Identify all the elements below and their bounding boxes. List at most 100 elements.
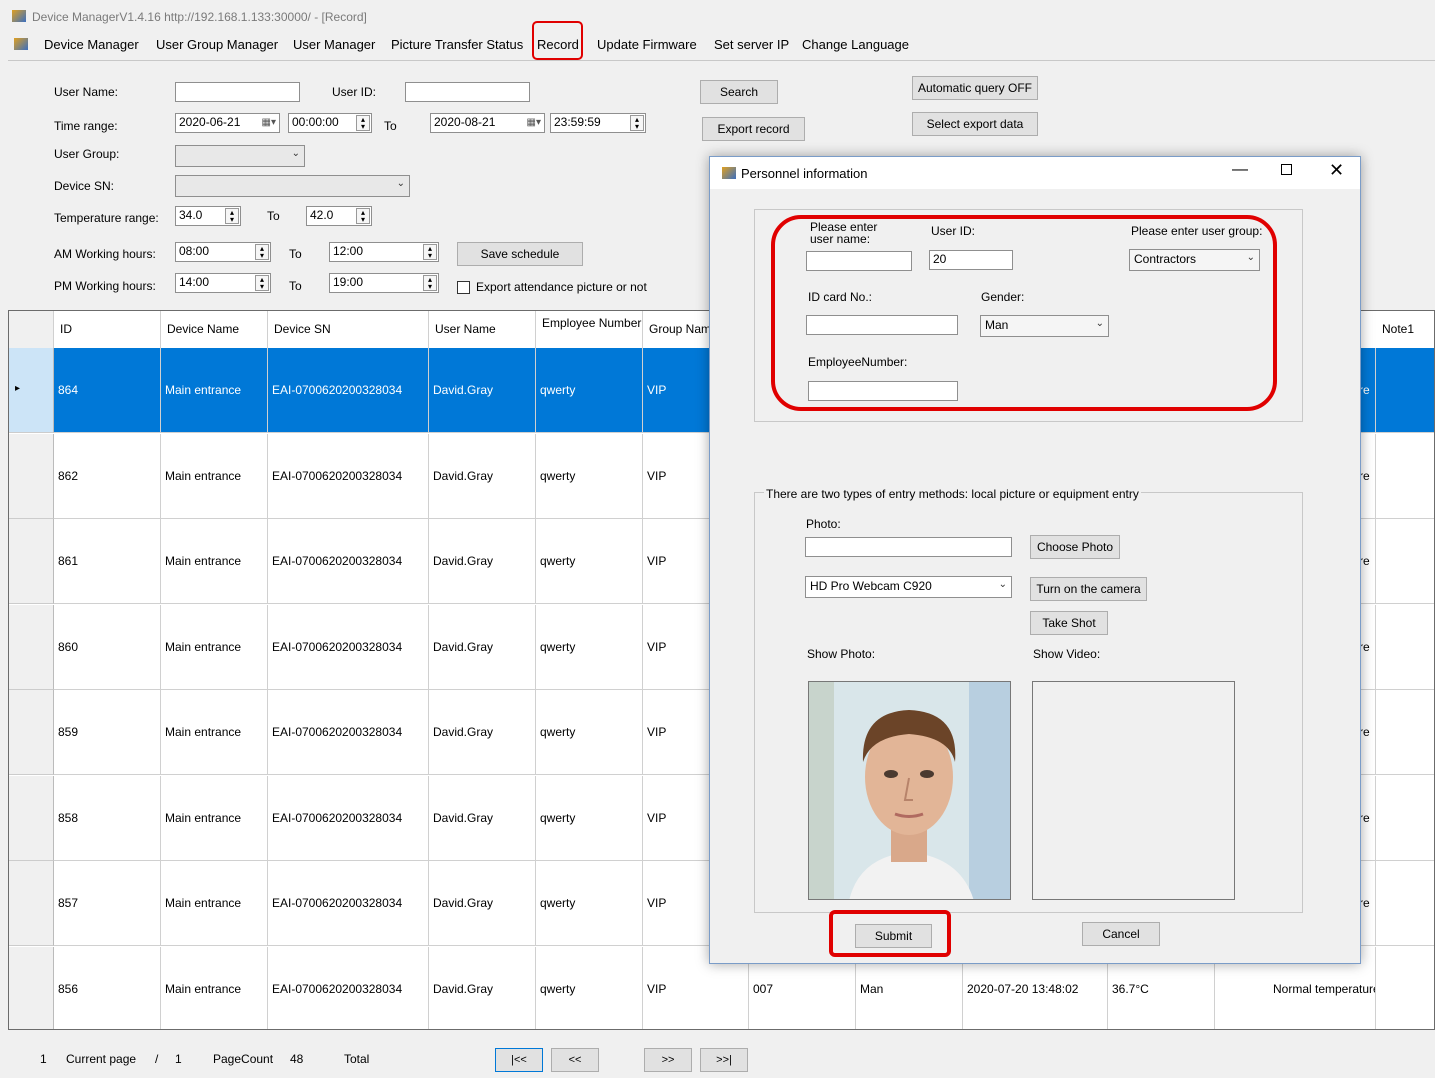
- cell-employee-number: qwerty: [536, 861, 643, 946]
- chevron-down-icon: ⌄: [291, 148, 300, 159]
- save-schedule-button[interactable]: Save schedule: [457, 242, 583, 266]
- pm-to-label: To: [289, 279, 302, 293]
- close-icon[interactable]: ✕: [1329, 160, 1344, 181]
- row-header[interactable]: ▸: [9, 348, 54, 433]
- current-row-indicator-icon: ▸: [15, 383, 21, 394]
- photo-label: Photo:: [806, 517, 841, 531]
- col-header-user-name[interactable]: User Name: [429, 311, 536, 348]
- menu-bar: Device Manager User Group Manager User M…: [0, 32, 1435, 56]
- photo-path-input[interactable]: [805, 537, 1012, 557]
- row-header[interactable]: [9, 946, 54, 1029]
- menu-user-manager[interactable]: User Manager: [293, 37, 375, 52]
- spin-icon[interactable]: ▴ ▾: [255, 244, 269, 260]
- end-date-picker[interactable]: 2020-08-21 ▦▾: [430, 113, 545, 133]
- col-header-note1[interactable]: Note1: [1376, 311, 1434, 348]
- cell-device-name: Main entrance: [161, 348, 268, 433]
- time-to-label: To: [384, 119, 397, 133]
- device-sn-select[interactable]: ⌄: [175, 175, 410, 197]
- spin-icon[interactable]: ▴ ▾: [630, 115, 644, 131]
- row-header[interactable]: [9, 861, 54, 946]
- prev-page-button[interactable]: <<: [551, 1048, 599, 1072]
- row-header[interactable]: [9, 604, 54, 690]
- page-separator: /: [155, 1052, 159, 1066]
- show-photo-label: Show Photo:: [807, 647, 876, 661]
- menu-picture-transfer-status[interactable]: Picture Transfer Status: [391, 37, 523, 52]
- menu-user-group-manager[interactable]: User Group Manager: [156, 37, 278, 52]
- last-page-button[interactable]: >>|: [700, 1048, 748, 1072]
- pm-to-input[interactable]: 19:00 ▴ ▾: [329, 273, 439, 293]
- cell-device-name: Main entrance: [161, 519, 268, 604]
- col-header-device-sn[interactable]: Device SN: [268, 311, 429, 348]
- spin-icon[interactable]: ▴ ▾: [423, 275, 437, 291]
- choose-photo-button[interactable]: Choose Photo: [1030, 535, 1120, 559]
- temp-to-input[interactable]: 42.0 ▴ ▾: [306, 206, 372, 226]
- am-to-label: To: [289, 247, 302, 261]
- page-count-number: 1: [175, 1052, 182, 1066]
- temp-from-value: 34.0: [179, 208, 203, 222]
- menu-change-language[interactable]: Change Language: [802, 37, 909, 52]
- app-title-bar: Device ManagerV1.4.16 http://192.168.1.1…: [0, 8, 1435, 30]
- spin-icon[interactable]: ▴ ▾: [356, 208, 370, 224]
- am-hours-label: AM Working hours:: [54, 247, 156, 261]
- minimize-icon[interactable]: —: [1232, 161, 1248, 179]
- cell-employee-number: qwerty: [536, 946, 643, 1029]
- camera-value: HD Pro Webcam C920: [810, 579, 932, 593]
- user-group-select[interactable]: ⌄: [175, 145, 305, 167]
- col-header-employee-number[interactable]: Employee Number: [536, 311, 643, 348]
- cell-id: 859: [54, 690, 161, 775]
- spin-icon[interactable]: ▴ ▾: [255, 275, 269, 291]
- row-header[interactable]: [9, 775, 54, 861]
- cell-device-sn: EAI-0700620200328034: [268, 861, 429, 946]
- maximize-icon[interactable]: [1281, 164, 1292, 175]
- row-header[interactable]: [9, 433, 54, 519]
- temp-to-label: To: [267, 209, 280, 223]
- col-header-id[interactable]: ID: [54, 311, 161, 348]
- temp-from-input[interactable]: 34.0 ▴ ▾: [175, 206, 241, 226]
- am-to-input[interactable]: 12:00 ▴ ▾: [329, 242, 439, 262]
- cell-employee-number: qwerty: [536, 604, 643, 690]
- cell-device-sn: EAI-0700620200328034: [268, 519, 429, 604]
- cell-device-name: Main entrance: [161, 861, 268, 946]
- menu-update-firmware[interactable]: Update Firmware: [597, 37, 697, 52]
- cell-user-name: David.Gray: [429, 519, 536, 604]
- calendar-icon[interactable]: ▦▾: [527, 117, 541, 128]
- spin-icon[interactable]: ▴ ▾: [225, 208, 239, 224]
- calendar-icon[interactable]: ▦▾: [262, 117, 276, 128]
- export-record-button[interactable]: Export record: [702, 117, 805, 141]
- select-export-data-button[interactable]: Select export data: [912, 112, 1038, 136]
- export-picture-checkbox[interactable]: [457, 281, 470, 294]
- menu-device-manager[interactable]: Device Manager: [44, 37, 139, 52]
- search-button[interactable]: Search: [700, 80, 778, 104]
- menu-set-server-ip[interactable]: Set server IP: [714, 37, 789, 52]
- grid-corner: [9, 311, 54, 348]
- pagination-bar: 1 Current page / 1 PageCount 48 Total |<…: [8, 1040, 1435, 1078]
- user-id-input[interactable]: [405, 82, 530, 102]
- row-header[interactable]: [9, 690, 54, 775]
- turn-on-camera-button[interactable]: Turn on the camera: [1030, 577, 1147, 601]
- next-page-button[interactable]: >>: [644, 1048, 692, 1072]
- export-picture-label: Export attendance picture or not: [476, 280, 647, 294]
- cell-user-name: David.Gray: [429, 690, 536, 775]
- spin-icon[interactable]: ▴ ▾: [356, 115, 370, 131]
- record-highlight-box: [532, 21, 583, 60]
- cell-user-name: David.Gray: [429, 775, 536, 861]
- col-header-device-name[interactable]: Device Name: [161, 311, 268, 348]
- start-date-picker[interactable]: 2020-06-21 ▦▾: [175, 113, 280, 133]
- start-time-input[interactable]: 00:00:00 ▴ ▾: [288, 113, 372, 133]
- personal-details-highlight: [771, 215, 1277, 411]
- automatic-query-button[interactable]: Automatic query OFF: [912, 76, 1038, 100]
- spin-icon[interactable]: ▴ ▾: [423, 244, 437, 260]
- first-page-button[interactable]: |<<: [495, 1048, 543, 1072]
- cell-id: 858: [54, 775, 161, 861]
- user-name-input[interactable]: [175, 82, 300, 102]
- cancel-button[interactable]: Cancel: [1082, 922, 1160, 946]
- cell-user-name: David.Gray: [429, 861, 536, 946]
- row-header[interactable]: [9, 519, 54, 604]
- camera-select[interactable]: HD Pro Webcam C920 ⌄: [805, 576, 1012, 598]
- am-from-input[interactable]: 08:00 ▴ ▾: [175, 242, 271, 262]
- pm-from-input[interactable]: 14:00 ▴ ▾: [175, 273, 271, 293]
- take-shot-button[interactable]: Take Shot: [1030, 611, 1108, 635]
- end-time-input[interactable]: 23:59:59 ▴ ▾: [550, 113, 646, 133]
- menu-app-icon[interactable]: [14, 38, 28, 50]
- cell-device-sn: EAI-0700620200328034: [268, 604, 429, 690]
